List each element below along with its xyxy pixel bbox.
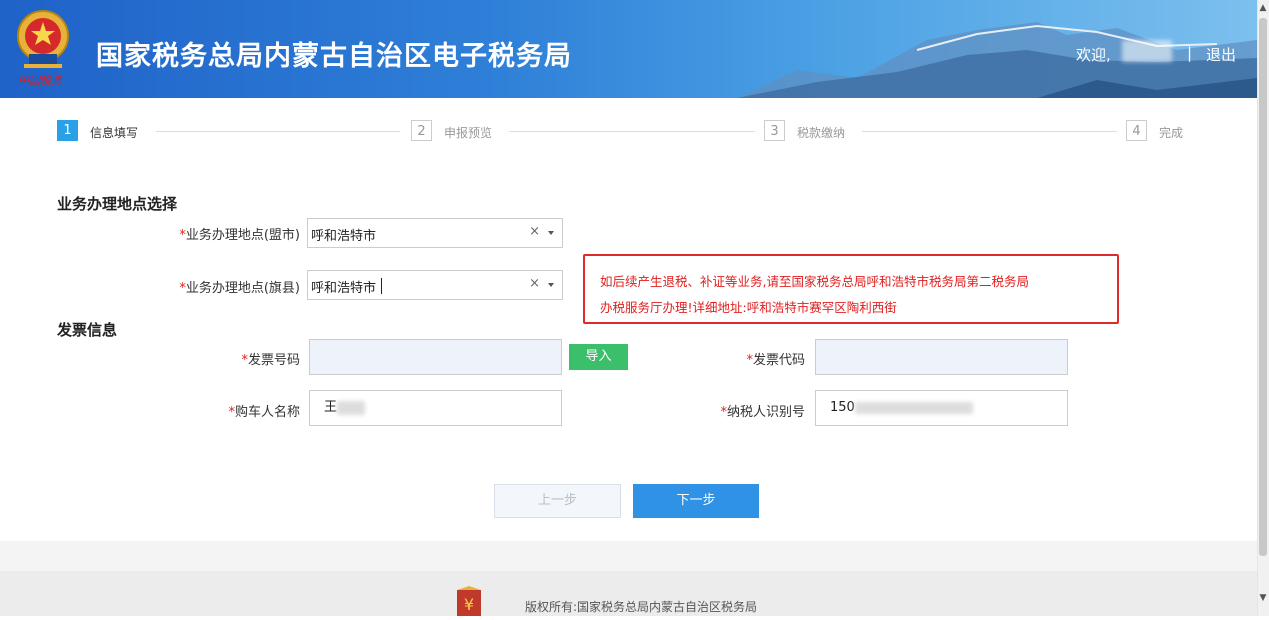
county-select[interactable]: 呼和浩特市 × [307,270,563,300]
svg-text:¥: ¥ [464,595,474,614]
step-1-number: 1 [57,120,78,141]
username-redacted [1122,40,1172,62]
tax-badge-logo-icon: ¥ [454,586,484,616]
notice-line-1: 如后续产生退税、补证等业务,请至国家税务总局呼和浩特市税务局第二税务局 [600,274,1029,289]
redacted-text [337,400,366,415]
step-3-number: 3 [764,120,785,141]
emblem-caption: 中国税务 [18,74,62,87]
invoice-code-input[interactable] [815,339,1068,375]
taxpayer-id-label: *纳税人识别号 [720,405,805,420]
county-label: *业务办理地点(旗县) [179,281,300,296]
step-3-label: 税款缴纳 [797,126,846,140]
county-value: 呼和浩特市 [311,281,377,296]
logout-link[interactable]: 退出 [1206,44,1236,65]
chevron-down-icon[interactable] [548,283,554,287]
league-city-select[interactable]: 呼和浩特市 × [307,218,563,248]
buyer-name-value: 王 [324,400,338,415]
scroll-down-arrow-icon[interactable]: ▼ [1257,592,1269,604]
league-city-label: *业务办理地点(盟市) [179,228,300,243]
location-section-title: 业务办理地点选择 [57,195,178,213]
previous-step-button[interactable]: 上一步 [494,484,621,518]
text-cursor [381,278,382,294]
step-connector [862,131,1117,132]
buyer-name-label: *购车人名称 [228,405,300,420]
taxpayer-id-input[interactable]: 150 [815,390,1068,426]
site-title: 国家税务总局内蒙古自治区电子税务局 [96,41,572,72]
footer-spacer [0,541,1257,571]
redacted-text [854,401,973,414]
great-wall-mountains-image [737,22,1257,98]
step-4-label: 完成 [1159,126,1184,140]
import-button[interactable]: 导入 [569,344,628,370]
header-separator: | [1187,44,1193,62]
step-connector [509,131,755,132]
copyright-text: 版权所有:国家税务总局内蒙古自治区税务局 [525,600,758,614]
buyer-name-input[interactable]: 王 [309,390,562,426]
step-2-number: 2 [411,120,432,141]
scrollbar-thumb[interactable] [1259,18,1267,556]
invoice-section-title: 发票信息 [57,321,118,339]
service-hall-notice: 如后续产生退税、补证等业务,请至国家税务总局呼和浩特市税务局第二税务局 办税服务… [583,254,1119,324]
scroll-up-arrow-icon[interactable]: ▲ [1257,2,1269,14]
step-1-label: 信息填写 [90,126,139,140]
step-4-number: 4 [1126,120,1147,141]
invoice-number-label: *发票号码 [241,353,300,368]
step-connector [156,131,400,132]
welcome-text: 欢迎, [1076,46,1111,64]
step-2-label: 申报预览 [444,126,493,140]
clear-icon[interactable]: × [529,276,540,291]
next-step-button[interactable]: 下一步 [633,484,759,518]
notice-line-2: 办税服务厅办理!详细地址:呼和浩特市赛罕区陶利西街 [600,300,897,315]
chevron-down-icon[interactable] [548,231,554,235]
clear-icon[interactable]: × [529,224,540,239]
invoice-number-input[interactable] [309,339,562,375]
invoice-code-label: *发票代码 [746,353,805,368]
taxpayer-id-value: 150 [830,400,855,415]
league-city-value: 呼和浩特市 [311,229,377,244]
